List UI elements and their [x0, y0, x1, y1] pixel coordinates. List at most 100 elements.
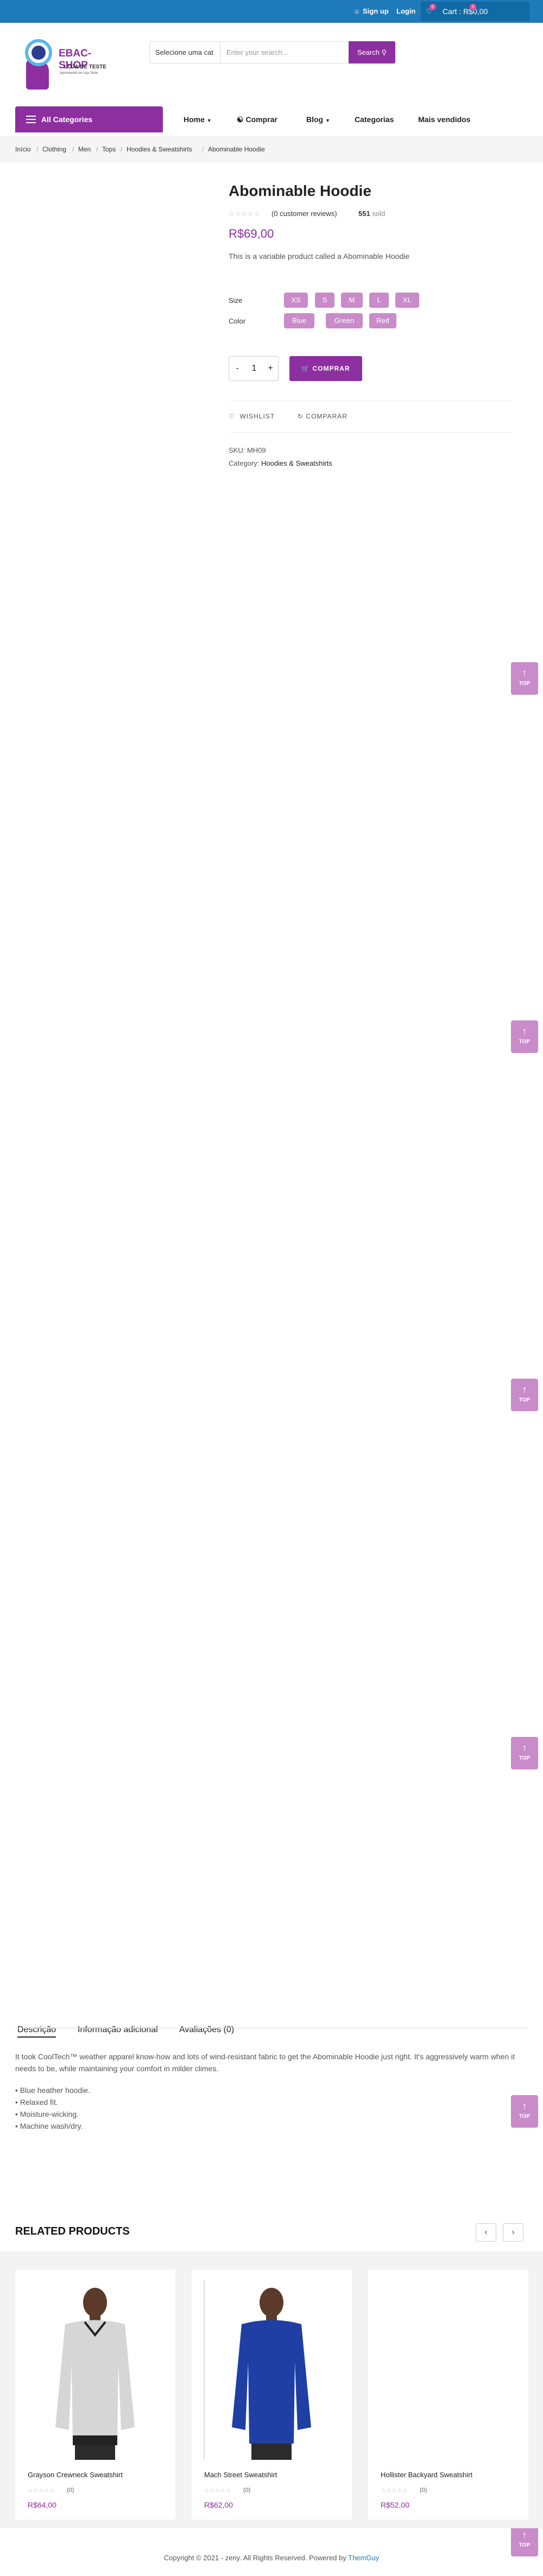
logo-tagline: Aprendendo de Loja Teste: [60, 72, 98, 75]
footer-copyright: Copyright © 2021 - zeny. All Rights Rese…: [0, 2554, 543, 2562]
breadcrumb-item[interactable]: Início: [15, 136, 31, 163]
sku-row: SKU: MH09: [229, 446, 266, 454]
sku-label: SKU:: [229, 446, 245, 454]
back-to-top-label: TOP: [519, 1039, 531, 1045]
product-card[interactable]: Mach Street Sweatshirt ☆☆☆☆☆ (0) R$62,00: [192, 2270, 352, 2520]
product-card[interactable]: Grayson Crewneck Sweatshirt ☆☆☆☆☆ (0) R$…: [15, 2270, 175, 2520]
nav-blog-label: Blog: [306, 115, 324, 124]
back-to-top-button[interactable]: ↑TOP: [511, 1379, 538, 1411]
size-option-m[interactable]: M: [341, 293, 363, 308]
size-option-l[interactable]: L: [369, 293, 389, 308]
nav-comprar[interactable]: ☯ Comprar: [237, 106, 277, 132]
breadcrumb-item[interactable]: Men: [78, 136, 91, 163]
category-link[interactable]: Hoodies & Sweatshirts: [261, 459, 332, 467]
signup-link[interactable]: Sign up: [363, 0, 389, 23]
back-to-top-label: TOP: [519, 2542, 531, 2548]
all-categories-button[interactable]: All Categories: [15, 106, 163, 132]
color-option-red[interactable]: Red: [369, 313, 396, 328]
related-products-heading: RELATED PRODUCTS: [15, 2225, 130, 2237]
back-to-top-button[interactable]: ↑TOP: [511, 1737, 538, 1769]
wishlist-count-badge: 0: [430, 4, 436, 10]
qty-plus-button[interactable]: +: [262, 357, 279, 380]
page: ☺ Sign up Login ♡ 0 Cart : R$0,00 🛒 0 EB…: [0, 0, 543, 2576]
heart-icon: ♡: [229, 413, 235, 420]
product-price: R$52,00: [381, 2501, 409, 2509]
product-name[interactable]: Grayson Crewneck Sweatshirt: [28, 2471, 123, 2479]
product-image-placeholder[interactable]: [374, 2281, 523, 2460]
top-bar: ☺ Sign up Login ♡ 0 Cart : R$0,00 🛒 0: [0, 0, 543, 23]
tab-avaliacoes[interactable]: Avaliações (0): [179, 2025, 234, 2035]
back-to-top-label: TOP: [519, 2114, 531, 2120]
chevron-right-icon: ›: [512, 2228, 515, 2237]
refresh-icon: ↻: [298, 413, 304, 420]
breadcrumb-item[interactable]: Tops: [102, 136, 116, 163]
review-count: (0): [243, 2487, 251, 2493]
customer-reviews-link[interactable]: (0 customer reviews): [272, 210, 337, 218]
footer-brand-link[interactable]: ThemGuy: [348, 2554, 379, 2562]
description-bullet: • Relaxed fit.: [15, 2098, 58, 2107]
qty-input[interactable]: 1: [246, 357, 262, 380]
breadcrumb-separator: /: [36, 145, 39, 153]
tab-descricao[interactable]: Descrição: [17, 2025, 56, 2038]
back-to-top-button[interactable]: ↑TOP: [511, 2524, 538, 2556]
product-name[interactable]: Mach Street Sweatshirt: [204, 2471, 277, 2479]
add-to-cart-button[interactable]: 🛒 COMPRAR: [289, 356, 362, 381]
search-bar: Selecione uma cat Enter your search... S…: [149, 41, 395, 64]
chevron-down-icon: ▼: [325, 118, 330, 123]
login-link[interactable]: Login: [396, 0, 415, 23]
carousel-next-button[interactable]: ›: [503, 2223, 523, 2242]
footer-text: Copyright © 2021 - zeny. All Rights Rese…: [163, 2554, 349, 2562]
product-image-blue-sweatshirt[interactable]: [197, 2281, 346, 2460]
arrow-up-icon: ↑: [522, 1384, 527, 1395]
nav-home[interactable]: Home ▼: [184, 106, 212, 132]
breadcrumb-item[interactable]: Clothing: [42, 136, 66, 163]
product-name[interactable]: Hollister Backyard Sweatshirt: [381, 2471, 472, 2479]
back-to-top-button[interactable]: ↑ TOP: [511, 2095, 538, 2128]
rating-stars-icon: ☆☆☆☆☆: [204, 2488, 231, 2494]
sold-count: 551 sold: [358, 210, 385, 218]
product-image-grey-sweatshirt[interactable]: [21, 2281, 170, 2460]
wishlist-button[interactable]: ♡ WISHLIST: [229, 413, 275, 420]
color-option-green[interactable]: Green: [326, 313, 363, 328]
search-button[interactable]: Search ⚲: [349, 41, 395, 64]
compare-button[interactable]: ↻ COMPARAR: [298, 413, 348, 420]
arrow-up-icon: ↑: [522, 2101, 527, 2111]
breadcrumb-separator: /: [121, 145, 123, 153]
wishlist-label: WISHLIST: [239, 413, 275, 420]
description-bullet: • Machine wash/dry.: [15, 2122, 83, 2130]
product-card[interactable]: Hollister Backyard Sweatshirt ☆☆☆☆☆ (0) …: [368, 2270, 528, 2520]
back-to-top-button[interactable]: ↑TOP: [511, 662, 538, 695]
back-to-top-button[interactable]: ↑TOP: [511, 1020, 538, 1053]
nav-home-label: Home: [184, 115, 205, 124]
category-row: Category: Hoodies & Sweatshirts: [229, 459, 332, 467]
nav-comprar-label: Comprar: [245, 115, 277, 124]
nav-categorias[interactable]: Categorias: [355, 106, 394, 132]
size-option-xs[interactable]: XS: [284, 293, 308, 308]
add-to-cart-label: COMPRAR: [312, 365, 350, 372]
qty-minus-button[interactable]: -: [229, 357, 245, 380]
search-input[interactable]: Enter your search...: [221, 42, 349, 63]
chevron-left-icon: ‹: [484, 2228, 488, 2237]
search-category-select[interactable]: Selecione uma cat: [150, 42, 220, 63]
sku-value: MH09: [247, 446, 266, 454]
cart-icon: 🛒: [301, 365, 311, 372]
product-price: R$64,00: [28, 2501, 56, 2509]
size-option-s[interactable]: S: [315, 293, 334, 308]
size-label: Size: [229, 296, 243, 304]
product-price: R$62,00: [204, 2501, 233, 2509]
color-option-blue[interactable]: Blue: [284, 313, 314, 328]
logo-inner-graphic: [31, 46, 46, 60]
nav-mais-vendidos[interactable]: Mais vendidos: [418, 106, 470, 132]
breadcrumb-item[interactable]: Hoodies & Sweatshirts: [127, 136, 192, 163]
tab-informacao-adicional[interactable]: Informação adicional: [78, 2025, 158, 2035]
breadcrumb-separator: /: [202, 145, 204, 153]
size-option-xl[interactable]: XL: [395, 293, 419, 308]
nav-blog[interactable]: Blog ▼: [306, 106, 330, 132]
cart-button[interactable]: ♡ 0 Cart : R$0,00 🛒 0: [421, 2, 529, 21]
product-title: Abominable Hoodie: [229, 182, 371, 199]
description-text: needs to be, while maintaining your comf…: [15, 2064, 219, 2073]
carousel-prev-button[interactable]: ‹: [476, 2223, 496, 2242]
back-to-top-label: TOP: [519, 681, 531, 687]
site-logo[interactable]: EBAC-SHOP LOJA DE TESTE Aprendendo de Lo…: [21, 38, 108, 90]
search-button-label: Search: [357, 48, 380, 56]
